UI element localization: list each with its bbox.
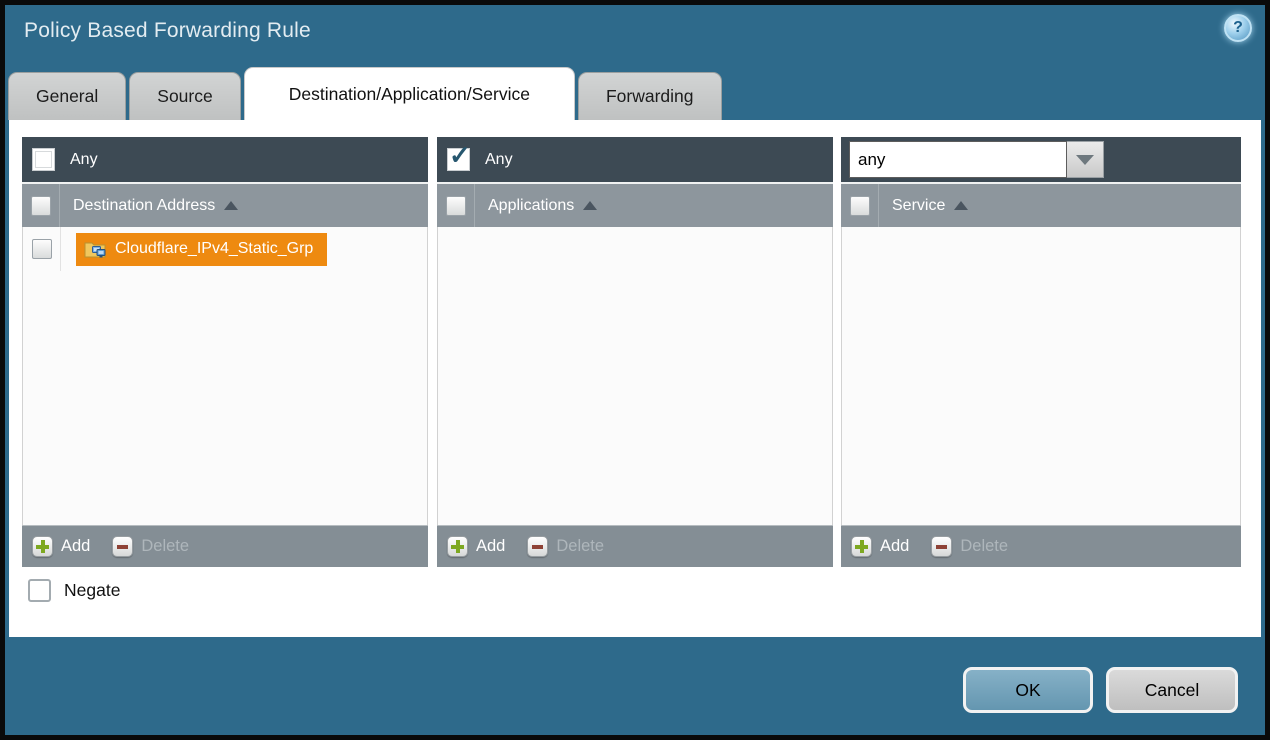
service-selectall-checkbox[interactable]: [850, 196, 870, 216]
row-checkbox[interactable]: [32, 239, 52, 259]
destination-address-item[interactable]: Cloudflare_IPv4_Static_Grp: [76, 233, 327, 266]
dialog-window: Policy Based Forwarding Rule ? General S…: [5, 5, 1265, 735]
destination-list: Cloudflare_IPv4_Static_Grp: [22, 227, 428, 525]
applications-delete-button[interactable]: Delete: [527, 536, 604, 557]
destination-toolbar: Add Delete: [22, 525, 428, 567]
service-dropdown-value: any: [849, 141, 1067, 178]
applications-any-label: Any: [485, 151, 513, 169]
service-list: [841, 227, 1241, 525]
tab-general[interactable]: General: [8, 72, 126, 120]
check-icon: ✓: [449, 142, 471, 168]
service-delete-button[interactable]: Delete: [931, 536, 1008, 557]
service-panel: any Service Add: [841, 137, 1241, 567]
destination-any-row: Any: [22, 137, 428, 182]
applications-toolbar: Add Delete: [437, 525, 833, 567]
negate-row: Negate: [28, 579, 120, 602]
service-dropdown[interactable]: any: [849, 141, 1104, 178]
screenshot-frame: Policy Based Forwarding Rule ? General S…: [0, 0, 1270, 740]
destination-address-panel: Any Destination Address: [22, 137, 428, 567]
chevron-down-icon: [1076, 155, 1094, 165]
delete-icon: [527, 536, 548, 557]
destination-any-checkbox[interactable]: [32, 148, 55, 171]
service-add-button[interactable]: Add: [851, 536, 909, 557]
sort-asc-icon: [583, 201, 597, 210]
add-icon: [447, 536, 468, 557]
negate-label: Negate: [64, 580, 120, 601]
applications-header-label[interactable]: Applications: [488, 197, 597, 215]
address-group-icon: [84, 240, 107, 259]
add-icon: [32, 536, 53, 557]
applications-selectall-checkbox[interactable]: [446, 196, 466, 216]
service-column-header: Service: [841, 182, 1241, 227]
cancel-button[interactable]: Cancel: [1106, 667, 1238, 713]
destination-any-label: Any: [70, 151, 98, 169]
destination-column-header: Destination Address: [22, 182, 428, 227]
applications-list: [437, 227, 833, 525]
ok-button[interactable]: OK: [963, 667, 1093, 713]
tab-bar: General Source Destination/Application/S…: [8, 67, 722, 120]
add-icon: [851, 536, 872, 557]
destination-header-label[interactable]: Destination Address: [73, 197, 238, 215]
table-row: Cloudflare_IPv4_Static_Grp: [23, 227, 427, 271]
dialog-title: Policy Based Forwarding Rule: [24, 19, 311, 43]
applications-column-header: Applications: [437, 182, 833, 227]
applications-any-checkbox[interactable]: ✓: [447, 148, 470, 171]
delete-icon: [112, 536, 133, 557]
applications-add-button[interactable]: Add: [447, 536, 505, 557]
service-toolbar: Add Delete: [841, 525, 1241, 567]
sort-asc-icon: [224, 201, 238, 210]
tab-forwarding[interactable]: Forwarding: [578, 72, 722, 120]
tab-destination-application-service[interactable]: Destination/Application/Service: [244, 67, 575, 120]
negate-checkbox[interactable]: [28, 579, 51, 602]
destination-selectall-checkbox[interactable]: [31, 196, 51, 216]
tab-source[interactable]: Source: [129, 72, 240, 120]
destination-add-button[interactable]: Add: [32, 536, 90, 557]
service-dropdown-row: any: [841, 137, 1241, 182]
delete-icon: [931, 536, 952, 557]
applications-panel: ✓ Any Applications Add: [437, 137, 833, 567]
destination-address-item-label: Cloudflare_IPv4_Static_Grp: [115, 240, 313, 258]
help-icon[interactable]: ?: [1224, 14, 1252, 42]
destination-delete-button[interactable]: Delete: [112, 536, 189, 557]
applications-any-row: ✓ Any: [437, 137, 833, 182]
sort-asc-icon: [954, 201, 968, 210]
service-header-label[interactable]: Service: [892, 197, 968, 215]
tab-content-panel: Any Destination Address: [9, 120, 1261, 637]
